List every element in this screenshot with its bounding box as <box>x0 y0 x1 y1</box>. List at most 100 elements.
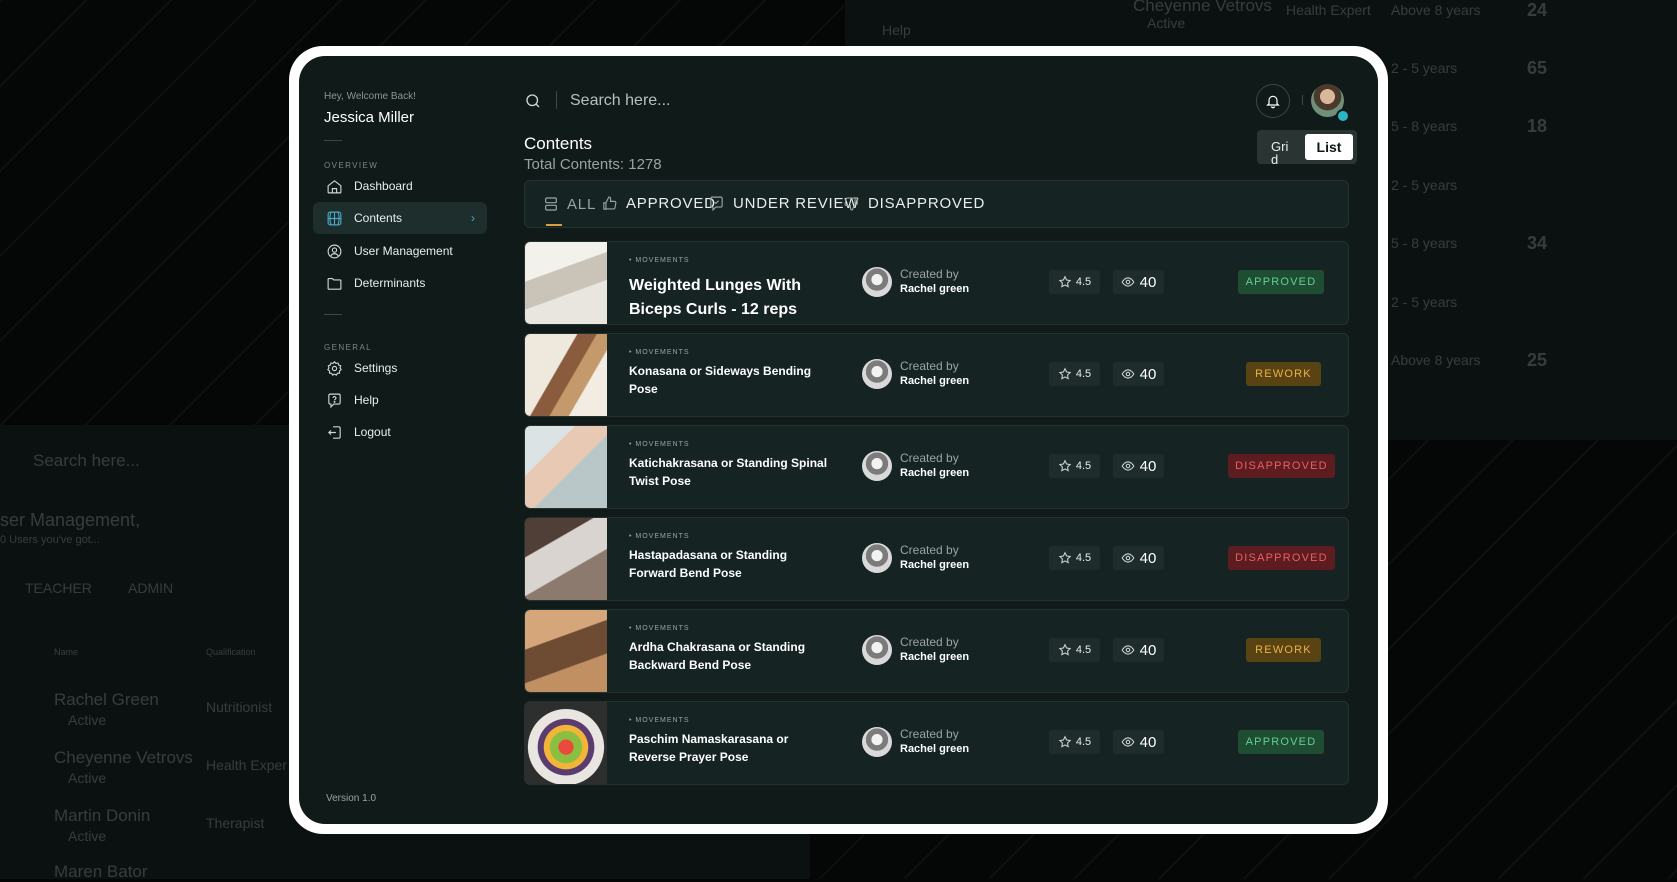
status-badge: DISAPPROVED <box>1228 546 1335 570</box>
status-badge: APPROVED <box>1238 730 1324 754</box>
bell-icon <box>1265 93 1281 109</box>
bg-user-status: Active <box>68 712 107 728</box>
star-icon <box>1058 643 1072 657</box>
grid-view-button[interactable]: Grid <box>1271 140 1293 166</box>
creator-name: Rachel green <box>900 559 970 571</box>
bg-title: ser Management, <box>0 510 141 530</box>
views-value: 40 <box>1139 549 1157 567</box>
bg-user-name: Martin Donin <box>54 806 151 825</box>
bg-row-experience: 2 - 5 years <box>1391 60 1458 76</box>
sidebar-divider <box>324 140 342 141</box>
content-title: Paschim Namaskarasana or Reverse Prayer … <box>629 732 789 764</box>
topbar-divider <box>1302 95 1303 105</box>
folder-icon <box>325 274 343 292</box>
content-title: Konasana or Sideways Bending Pose <box>629 364 812 396</box>
created-by-label: Created by <box>900 543 959 557</box>
rating-value: 4.5 <box>1075 460 1092 472</box>
sidebar-item-user-management[interactable]: User Management <box>313 235 487 267</box>
content-category: • MOVEMENTS <box>629 441 690 448</box>
eye-icon <box>1121 735 1135 749</box>
tab-label: DISAPPROVED <box>868 195 986 212</box>
views-value: 40 <box>1139 641 1157 659</box>
creator-name: Rachel green <box>900 283 970 295</box>
logout-icon <box>325 423 343 441</box>
created-by-label: Created by <box>900 267 959 281</box>
content-category: • MOVEMENTS <box>629 349 690 356</box>
bg-row-count: 18 <box>1527 116 1548 136</box>
content-title: Weighted Lunges With Biceps Curls - 12 r… <box>629 277 801 318</box>
star-icon <box>1058 275 1072 289</box>
globe-icon <box>325 209 343 227</box>
tab-all[interactable]: ALL <box>543 195 596 213</box>
notifications-button[interactable] <box>1256 84 1290 118</box>
bg-top-user-qualification: Health Expert <box>1286 2 1371 18</box>
section-label-general: GENERAL <box>324 343 373 352</box>
content-row[interactable]: • MOVEMENTS Paschim Namaskarasana or Rev… <box>524 701 1349 785</box>
bg-col-name: Name <box>54 647 79 657</box>
bg-row-count: 65 <box>1527 58 1548 78</box>
user-name: Jessica Miller <box>324 109 415 126</box>
content-row[interactable]: • MOVEMENTS Konasana or Sideways Bending… <box>524 333 1349 417</box>
rating-value: 4.5 <box>1075 276 1092 288</box>
list-view-button[interactable]: List <box>1305 134 1353 160</box>
status-badge: APPROVED <box>1238 270 1324 294</box>
content-row[interactable]: • MOVEMENTS Weighted Lunges With Biceps … <box>524 241 1349 325</box>
rating-badge: 4.5 <box>1049 362 1100 386</box>
content-thumbnail <box>525 610 607 692</box>
creator-avatar <box>862 635 892 665</box>
content-title: Katichakrasana or Standing Spinal Twist … <box>629 456 828 488</box>
tab-under-review[interactable]: UNDER REVIEW <box>708 195 859 212</box>
sidebar-item-determinants[interactable]: Determinants <box>313 267 487 299</box>
sidebar-item-label: User Management <box>354 244 453 258</box>
sidebar-item-logout[interactable]: Logout <box>313 416 487 448</box>
bg-user-name: Rachel Green <box>54 690 159 709</box>
tab-label: APPROVED <box>626 195 716 212</box>
chevron-right-icon: › <box>471 211 475 225</box>
rating-value: 4.5 <box>1075 552 1092 564</box>
tab-disapproved[interactable]: DISAPPROVED <box>843 195 985 212</box>
bg-search-placeholder: Search here... <box>33 451 140 470</box>
created-by-label: Created by <box>900 359 959 373</box>
sidebar-item-settings[interactable]: Settings <box>313 352 487 384</box>
tab-approved[interactable]: APPROVED <box>601 195 716 212</box>
views-value: 40 <box>1139 457 1157 475</box>
rating-badge: 4.5 <box>1049 638 1100 662</box>
search-icon[interactable] <box>524 92 542 115</box>
creator-avatar <box>862 543 892 573</box>
sidebar-item-label: Logout <box>354 425 391 439</box>
views-value: 40 <box>1139 273 1157 291</box>
eye-icon <box>1121 643 1135 657</box>
rating-badge: 4.5 <box>1049 454 1100 478</box>
home-icon <box>325 177 343 195</box>
search-input[interactable] <box>568 88 972 114</box>
content-thumbnail <box>525 426 607 508</box>
content-row[interactable]: • MOVEMENTS Ardha Chakrasana or Standing… <box>524 609 1349 693</box>
bg-row-experience: 5 - 8 years <box>1391 118 1458 134</box>
bg-user-qualification: Therapist <box>206 815 265 831</box>
sidebar: Hey, Welcome Back! Jessica Miller OVERVI… <box>299 56 499 824</box>
content-category: • MOVEMENTS <box>629 257 690 264</box>
sidebar-item-help[interactable]: Help <box>313 384 487 416</box>
eye-icon <box>1121 275 1135 289</box>
content-category: • MOVEMENTS <box>629 625 690 632</box>
created-by-label: Created by <box>900 635 959 649</box>
rating-badge: 4.5 <box>1049 270 1100 294</box>
thumbs-up-icon <box>601 195 618 212</box>
created-by-label: Created by <box>900 451 959 465</box>
user-icon <box>325 242 343 260</box>
content-title: Ardha Chakrasana or Standing Backward Be… <box>629 640 806 672</box>
star-icon <box>1058 551 1072 565</box>
bg-user-name: Cheyenne Vetrovs <box>54 748 193 767</box>
sidebar-item-label: Determinants <box>354 276 426 290</box>
welcome-text: Hey, Welcome Back! <box>324 91 416 102</box>
bg-user-status: Active <box>68 828 107 844</box>
online-status-indicator <box>1336 109 1350 123</box>
sidebar-item-dashboard[interactable]: Dashboard <box>313 170 487 202</box>
views-badge: 40 <box>1113 730 1164 754</box>
bg-top-user-experience: Above 8 years <box>1391 2 1481 18</box>
gear-icon <box>325 359 343 377</box>
sidebar-item-contents[interactable]: Contents › <box>313 202 487 234</box>
content-row[interactable]: • MOVEMENTS Katichakrasana or Standing S… <box>524 425 1349 509</box>
content-row[interactable]: • MOVEMENTS Hastapadasana or Standing Fo… <box>524 517 1349 601</box>
bg-row-count: 34 <box>1527 233 1548 253</box>
